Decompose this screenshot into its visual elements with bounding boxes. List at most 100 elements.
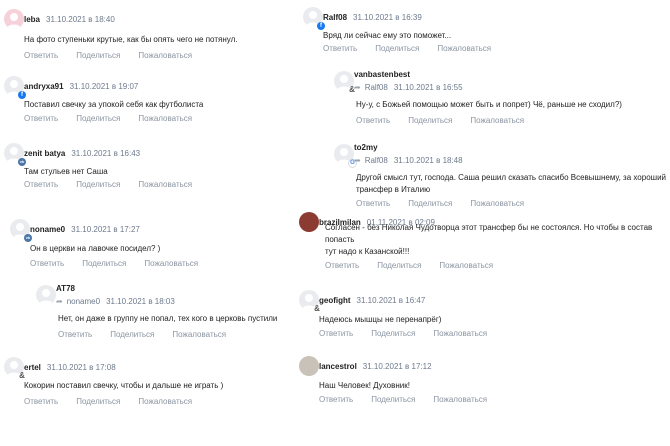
comment: vk zenit batya 31.10.2021 в 16:43 Там стуль…: [4, 143, 294, 192]
comment-author[interactable]: leba: [24, 15, 40, 24]
report-button[interactable]: Пожаловаться: [138, 397, 192, 406]
comment-author[interactable]: noname0: [30, 225, 65, 234]
social-network-icon: &: [18, 371, 26, 380]
comment: Gto2my ➦ Ralf08 31.10.2021 в 18:48 Другой см…: [334, 143, 666, 211]
reply-button[interactable]: Ответить: [356, 116, 390, 125]
comment-meta: AT78: [56, 283, 75, 294]
share-button[interactable]: Поделиться: [371, 329, 415, 338]
report-button[interactable]: Пожаловаться: [433, 395, 487, 404]
report-button[interactable]: Пожаловаться: [138, 180, 192, 189]
report-button[interactable]: Пожаловаться: [470, 199, 524, 208]
user-silhouette-icon: [7, 13, 21, 29]
reply-button[interactable]: Ответить: [325, 261, 359, 270]
comment-meta: andryxa91 31.10.2021 в 19:07: [24, 81, 138, 92]
reply-button[interactable]: Ответить: [319, 395, 353, 404]
comment-actions: Ответить Поделиться Пожаловаться: [356, 116, 542, 126]
comment-meta: ertel 31.10.2021 в 17:08: [24, 362, 116, 373]
social-network-icon: &: [313, 304, 321, 313]
comment-date[interactable]: 31.10.2021 в 16:43: [71, 149, 140, 158]
comment-date[interactable]: 31.10.2021 в 17:08: [47, 363, 116, 372]
comment-meta: vanbastenbest: [354, 69, 410, 80]
comment-text: Другой смысл тут, господа. Саша решил ск…: [356, 172, 666, 196]
comment-date[interactable]: 31.10.2021 в 17:27: [71, 225, 140, 234]
report-button[interactable]: Пожаловаться: [172, 330, 226, 339]
comment-actions: Ответить Поделиться Пожаловаться: [24, 397, 210, 407]
comment-author[interactable]: to2my: [354, 143, 378, 152]
comment-author[interactable]: zenit batya: [24, 149, 65, 158]
reply-button[interactable]: Ответить: [319, 329, 353, 338]
comment-text: Вряд ли сейчас ему это поможет...: [323, 31, 452, 40]
social-network-icon: vk: [24, 234, 32, 242]
reply-to-line: ➦ noname0 31.10.2021 в 18:03: [56, 296, 175, 307]
comment-actions: Ответить Поделиться Пожаловаться: [24, 180, 210, 190]
avatar[interactable]: [4, 9, 24, 29]
comment-author[interactable]: andryxa91: [24, 82, 64, 91]
comment-meta: noname0 31.10.2021 в 17:27: [30, 224, 140, 235]
comment: & vanbastenbest ➦ Ralf08 31.10.2021 в 16:55 Н…: [334, 69, 664, 128]
reply-arrow-icon: ➦: [354, 83, 361, 92]
comment-author[interactable]: geofight: [319, 296, 351, 305]
report-button[interactable]: Пожаловаться: [439, 261, 493, 270]
report-button[interactable]: Пожаловаться: [138, 51, 192, 60]
report-button[interactable]: Пожаловаться: [437, 44, 491, 53]
reply-button[interactable]: Ответить: [30, 259, 64, 268]
comment-date[interactable]: 31.10.2021 в 16:39: [353, 13, 422, 22]
comment-actions: Ответить Поделиться Пожаловаться: [24, 51, 210, 61]
report-button[interactable]: Пожаловаться: [470, 116, 524, 125]
comment-author[interactable]: lancestrol: [319, 362, 357, 371]
share-button[interactable]: Поделиться: [408, 116, 452, 125]
comment-date[interactable]: 31.10.2021 в 19:07: [70, 82, 139, 91]
comment-text: Согласен - без Николая Чудотворца этот т…: [325, 222, 670, 258]
share-button[interactable]: Поделиться: [375, 44, 419, 53]
comment-text: Поставил свечку за упокой себя как футбо…: [24, 100, 204, 109]
comment-actions: Ответить Поделиться Пожаловаться: [319, 329, 505, 339]
reply-button[interactable]: Ответить: [323, 44, 357, 53]
comment: f andryxa91 31.10.2021 в 19:07 Поставил све…: [4, 76, 294, 126]
reply-button[interactable]: Ответить: [24, 397, 58, 406]
comment-date[interactable]: 31.10.2021 в 18:03: [106, 297, 175, 306]
share-button[interactable]: Поделиться: [408, 199, 452, 208]
comment: f Ralf08 31.10.2021 в 16:39 Вряд ли сейчас …: [303, 7, 663, 56]
share-button[interactable]: Поделиться: [377, 261, 421, 270]
share-button[interactable]: Поделиться: [76, 51, 120, 60]
reply-button[interactable]: Ответить: [356, 199, 390, 208]
comment-text: Он в церкви на лавочке посидел? ): [30, 244, 161, 253]
comment-author[interactable]: Ralf08: [323, 13, 347, 22]
report-button[interactable]: Пожаловаться: [138, 114, 192, 123]
comment-author[interactable]: AT78: [56, 284, 75, 293]
share-button[interactable]: Поделиться: [76, 180, 120, 189]
comment-text: Там стульев нет Саша: [24, 167, 108, 176]
comment-actions: Ответить Поделиться Пожаловаться: [30, 259, 216, 269]
reply-button[interactable]: Ответить: [24, 114, 58, 123]
comment-text: Ну-у, с Божьей помощью может быть и попр…: [356, 100, 622, 109]
comment-date[interactable]: 31.10.2021 в 18:40: [46, 15, 115, 24]
comment-date[interactable]: 31.10.2021 в 16:47: [357, 296, 426, 305]
report-button[interactable]: Пожаловаться: [144, 259, 198, 268]
avatar[interactable]: [36, 285, 56, 305]
reply-arrow-icon: ➦: [56, 297, 63, 306]
comment-date[interactable]: 31.10.2021 в 18:48: [394, 156, 463, 165]
comment-text-line: Согласен - без Николая Чудотворца этот т…: [325, 223, 653, 244]
share-button[interactable]: Поделиться: [371, 395, 415, 404]
comment-date[interactable]: 31.10.2021 в 16:55: [394, 83, 463, 92]
share-button[interactable]: Поделиться: [110, 330, 154, 339]
comment: leba 31.10.2021 в 18:40 На фото ступеньки …: [4, 9, 294, 63]
share-button[interactable]: Поделиться: [76, 397, 120, 406]
share-button[interactable]: Поделиться: [76, 114, 120, 123]
comment-author[interactable]: vanbastenbest: [354, 70, 410, 79]
comment: brazilmilan 01.11.2021 в 02:09 Согласен - …: [299, 212, 665, 273]
reply-button[interactable]: Ответить: [58, 330, 92, 339]
reply-button[interactable]: Ответить: [24, 180, 58, 189]
avatar[interactable]: [299, 356, 319, 376]
share-button[interactable]: Поделиться: [82, 259, 126, 268]
report-button[interactable]: Пожаловаться: [433, 329, 487, 338]
comment-meta: geofight 31.10.2021 в 16:47: [319, 295, 425, 306]
reply-to-author[interactable]: Ralf08: [365, 83, 388, 92]
reply-to-author[interactable]: Ralf08: [365, 156, 388, 165]
comment-date[interactable]: 31.10.2021 в 17:12: [363, 362, 432, 371]
reply-to-author[interactable]: noname0: [67, 297, 100, 306]
comment: vk noname0 31.10.2021 в 17:27 Он в церкви н…: [10, 219, 300, 271]
avatar[interactable]: [299, 212, 319, 232]
reply-button[interactable]: Ответить: [24, 51, 58, 60]
comment-author[interactable]: ertel: [24, 363, 41, 372]
